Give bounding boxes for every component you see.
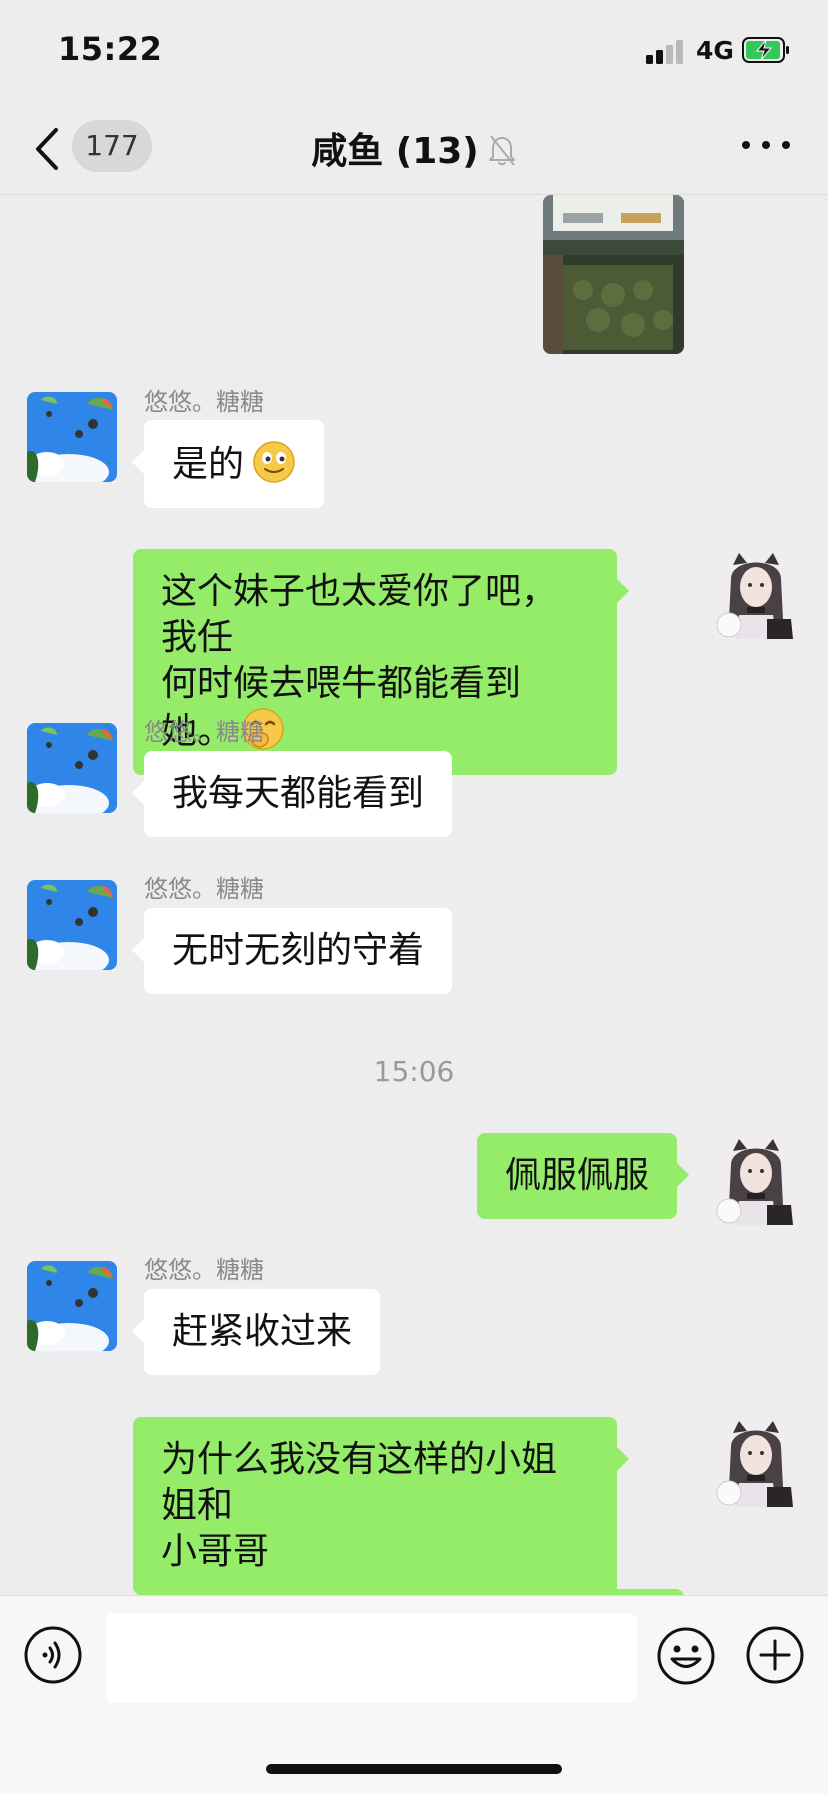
sender-name: 悠悠。糖糖 — [144, 1256, 264, 1284]
chat-title: 咸鱼 (13) — [311, 131, 479, 172]
battery-charging-icon — [742, 37, 789, 63]
sender-avatar[interactable] — [27, 392, 117, 482]
shared-image-message[interactable] — [543, 195, 684, 354]
outgoing-message-bubble[interactable]: 佩服佩服 — [477, 1133, 690, 1219]
sender-avatar[interactable] — [27, 880, 117, 970]
emoji-picker-icon[interactable] — [656, 1626, 716, 1686]
message-input[interactable] — [106, 1613, 637, 1703]
parachute-avatar-image — [27, 723, 117, 813]
sender-avatar[interactable] — [27, 1261, 117, 1351]
status-time: 15:22 — [58, 30, 163, 68]
parachute-avatar-image — [27, 392, 117, 482]
more-options-icon[interactable] — [742, 138, 790, 152]
sender-name: 悠悠。糖糖 — [144, 875, 264, 903]
chat-title-area[interactable]: 咸鱼 (13) — [0, 122, 828, 174]
girl-cat-avatar-image — [711, 1135, 801, 1225]
girl-cat-avatar-image — [711, 549, 801, 639]
my-avatar[interactable] — [711, 1417, 801, 1507]
status-bar: 15:22 4G — [0, 0, 828, 100]
add-attachment-icon[interactable] — [746, 1626, 804, 1684]
incoming-message-bubble[interactable]: 赶紧收过来 — [131, 1289, 381, 1375]
parachute-avatar-image — [27, 1261, 117, 1351]
message-text-line: 这个妹子也太爱你了吧，我任 — [161, 571, 558, 658]
sender-name: 悠悠。糖糖 — [144, 718, 264, 746]
girl-cat-avatar-image — [711, 1417, 801, 1507]
outgoing-message-bubble[interactable]: 为什么我没有这样的小姐姐和 小哥哥 — [133, 1417, 629, 1595]
muted-bell-icon — [488, 135, 515, 166]
smiley-emoji-icon — [253, 441, 295, 483]
my-avatar[interactable] — [711, 549, 801, 639]
sender-name: 悠悠。糖糖 — [144, 388, 264, 416]
incoming-message-bubble[interactable]: 无时无刻的守着 — [131, 908, 453, 994]
message-text-line: 小哥哥 — [161, 1531, 270, 1572]
home-indicator[interactable] — [266, 1764, 562, 1774]
voice-input-icon[interactable] — [24, 1626, 82, 1684]
sender-avatar[interactable] — [27, 723, 117, 813]
game-screenshot-image — [543, 195, 684, 354]
chat-header: 177 咸鱼 (13) — [0, 100, 828, 195]
message-list[interactable]: 悠悠。糖糖 是的 这个妹子也太爱你了吧，我任 何时候去喂牛都能看到她。 悠悠。糖… — [0, 195, 828, 1595]
signal-icon — [646, 38, 686, 64]
incoming-message-bubble[interactable]: 是的 — [131, 420, 325, 508]
message-text: 是的 — [172, 444, 245, 485]
my-avatar[interactable] — [711, 1135, 801, 1225]
input-bar — [0, 1595, 828, 1794]
network-label: 4G — [696, 36, 734, 65]
message-timestamp: 15:06 — [373, 1055, 455, 1088]
message-text-line: 为什么我没有这样的小姐姐和 — [161, 1439, 558, 1526]
incoming-message-bubble[interactable]: 我每天都能看到 — [131, 751, 453, 837]
parachute-avatar-image — [27, 880, 117, 970]
